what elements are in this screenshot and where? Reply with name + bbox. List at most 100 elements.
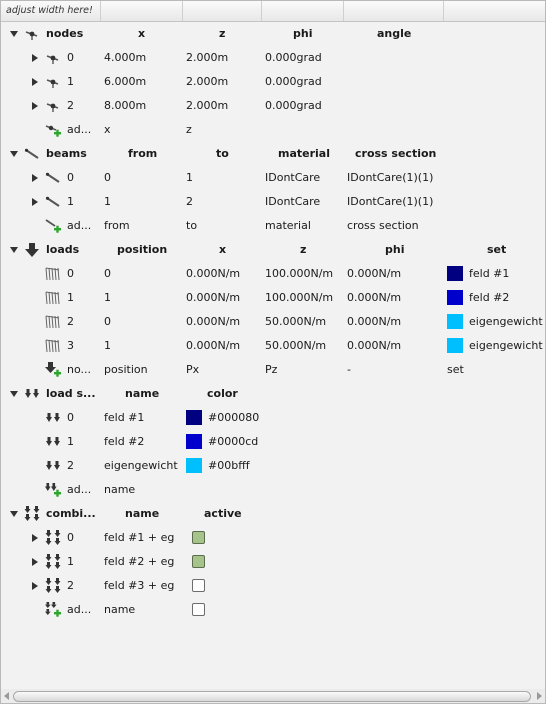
node-phi[interactable]: 0.000grad <box>265 46 322 70</box>
active-checkbox[interactable] <box>192 555 205 568</box>
load-x[interactable]: 0.000N/m <box>186 334 240 358</box>
add-field-from[interactable]: from <box>104 214 130 238</box>
load-set-row[interactable]: 0 feld #1 #000080 <box>1 406 545 430</box>
beam-cross-section[interactable]: IDontCare(1)(1) <box>347 190 433 214</box>
expand-triangle-icon[interactable] <box>10 247 18 253</box>
node-phi[interactable]: 0.000grad <box>265 70 322 94</box>
color-swatch[interactable] <box>186 434 202 449</box>
load-z[interactable]: 100.000N/m <box>265 286 333 310</box>
load-set-row[interactable]: 2 eigengewicht #00bfff <box>1 454 545 478</box>
add-field-name[interactable]: name <box>104 478 135 502</box>
load-row[interactable]: 2 0 0.000N/m 50.000N/m 0.000N/m eigengew… <box>1 310 545 334</box>
color-swatch[interactable] <box>186 458 202 473</box>
node-z[interactable]: 2.000m <box>186 46 228 70</box>
add-beam-row[interactable]: ad... from to material cross section <box>1 214 545 238</box>
beam-material[interactable]: IDontCare <box>265 190 320 214</box>
add-load-set-row[interactable]: ad... name <box>1 478 545 502</box>
beam-from[interactable]: 0 <box>104 166 111 190</box>
add-field-px[interactable]: Px <box>186 358 199 382</box>
group-row-combinations[interactable]: combi... name active <box>1 502 545 526</box>
beam-row[interactable]: 0 0 1 IDontCare IDontCare(1)(1) <box>1 166 545 190</box>
column-header-hint[interactable]: adjust width here! <box>1 1 101 21</box>
node-z[interactable]: 2.000m <box>186 94 228 118</box>
expand-triangle-icon[interactable] <box>32 558 38 566</box>
add-node-row[interactable]: ad... x z <box>1 118 545 142</box>
load-set-name[interactable]: eigengewicht <box>104 454 178 478</box>
group-row-beams[interactable]: beams from to material cross section <box>1 142 545 166</box>
add-load-set-icon[interactable] <box>45 482 61 498</box>
load-row[interactable]: 1 1 0.000N/m 100.000N/m 0.000N/m feld #2 <box>1 286 545 310</box>
beam-cross-section[interactable]: IDontCare(1)(1) <box>347 166 433 190</box>
node-phi[interactable]: 0.000grad <box>265 94 322 118</box>
add-field-name[interactable]: name <box>104 598 135 622</box>
load-set[interactable]: eigengewicht <box>469 310 543 334</box>
add-label[interactable]: ad... <box>67 478 91 502</box>
add-label[interactable]: ad... <box>67 118 91 142</box>
add-field-material[interactable]: material <box>265 214 311 238</box>
load-x[interactable]: 0.000N/m <box>186 262 240 286</box>
color-swatch[interactable] <box>186 410 202 425</box>
load-row[interactable]: 0 0 0.000N/m 100.000N/m 0.000N/m feld #1 <box>1 262 545 286</box>
column-header-6[interactable] <box>444 1 545 21</box>
add-beam-icon[interactable] <box>45 218 61 234</box>
load-set[interactable]: feld #2 <box>469 286 509 310</box>
beam-material[interactable]: IDontCare <box>265 166 320 190</box>
add-load-row[interactable]: no... position Px Pz - set <box>1 358 545 382</box>
add-field-to[interactable]: to <box>186 214 197 238</box>
combination-row[interactable]: 0 feld #1 + eg <box>1 526 545 550</box>
expand-triangle-icon[interactable] <box>32 54 38 62</box>
add-field-z[interactable]: z <box>186 118 192 142</box>
scroll-right-icon[interactable] <box>537 692 542 700</box>
load-phi[interactable]: 0.000N/m <box>347 310 401 334</box>
node-x[interactable]: 4.000m <box>104 46 146 70</box>
group-row-loads[interactable]: loads position x z phi set <box>1 238 545 262</box>
group-row-load-sets[interactable]: load s... name color <box>1 382 545 406</box>
expand-triangle-icon[interactable] <box>10 511 18 517</box>
load-position[interactable]: 0 <box>104 262 111 286</box>
load-set-color[interactable]: #00bfff <box>208 454 250 478</box>
active-checkbox[interactable] <box>192 603 205 616</box>
add-field-phi[interactable]: - <box>347 358 351 382</box>
load-position[interactable]: 1 <box>104 286 111 310</box>
add-node-icon[interactable] <box>45 122 61 138</box>
load-position[interactable]: 1 <box>104 334 111 358</box>
expand-triangle-icon[interactable] <box>32 174 38 182</box>
combination-row[interactable]: 1 feld #2 + eg <box>1 550 545 574</box>
load-z[interactable]: 50.000N/m <box>265 310 326 334</box>
beam-to[interactable]: 2 <box>186 190 193 214</box>
combination-name[interactable]: feld #1 + eg <box>104 526 174 550</box>
add-label[interactable]: ad... <box>67 214 91 238</box>
node-row[interactable]: 0 4.000m 2.000m 0.000grad <box>1 46 545 70</box>
add-label[interactable]: no... <box>67 358 91 382</box>
group-row-nodes[interactable]: nodes x z phi angle <box>1 22 545 46</box>
expand-triangle-icon[interactable] <box>32 78 38 86</box>
add-field-cross-section[interactable]: cross section <box>347 214 419 238</box>
load-z[interactable]: 100.000N/m <box>265 262 333 286</box>
load-phi[interactable]: 0.000N/m <box>347 262 401 286</box>
load-set-name[interactable]: feld #2 <box>104 430 144 454</box>
add-combination-icon[interactable] <box>45 602 61 618</box>
combination-name[interactable]: feld #2 + eg <box>104 550 174 574</box>
combination-name[interactable]: feld #3 + eg <box>104 574 174 598</box>
node-x[interactable]: 8.000m <box>104 94 146 118</box>
load-x[interactable]: 0.000N/m <box>186 310 240 334</box>
add-label[interactable]: ad... <box>67 598 91 622</box>
add-combination-row[interactable]: ad... name <box>1 598 545 622</box>
load-set-color[interactable]: #000080 <box>208 406 259 430</box>
node-row[interactable]: 1 6.000m 2.000m 0.000grad <box>1 70 545 94</box>
add-field-pz[interactable]: Pz <box>265 358 277 382</box>
active-checkbox[interactable] <box>192 579 205 592</box>
column-header-3[interactable] <box>183 1 262 21</box>
load-row[interactable]: 3 1 0.000N/m 50.000N/m 0.000N/m eigengew… <box>1 334 545 358</box>
load-phi[interactable]: 0.000N/m <box>347 286 401 310</box>
expand-triangle-icon[interactable] <box>32 534 38 542</box>
load-phi[interactable]: 0.000N/m <box>347 334 401 358</box>
scroll-left-icon[interactable] <box>4 692 9 700</box>
expand-triangle-icon[interactable] <box>10 391 18 397</box>
scrollbar-thumb[interactable] <box>13 691 531 702</box>
beam-from[interactable]: 1 <box>104 190 111 214</box>
column-header-5[interactable] <box>344 1 444 21</box>
expand-triangle-icon[interactable] <box>32 582 38 590</box>
beam-row[interactable]: 1 1 2 IDontCare IDontCare(1)(1) <box>1 190 545 214</box>
horizontal-scrollbar[interactable] <box>1 689 545 703</box>
